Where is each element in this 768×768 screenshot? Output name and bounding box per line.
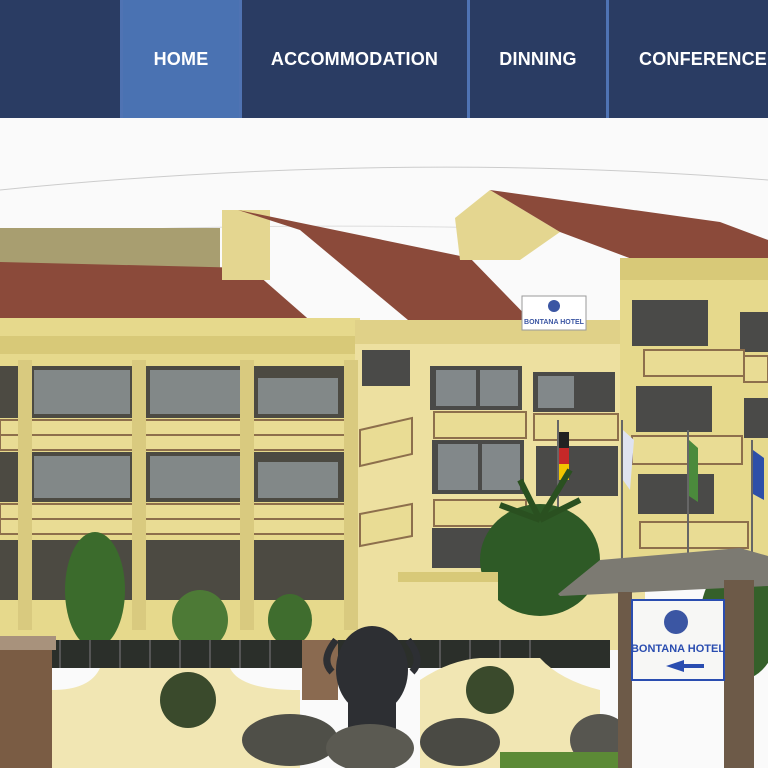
nav-item-label: HOME: [153, 48, 209, 69]
roof-sign-text: BONTANA HOTEL: [524, 319, 585, 326]
hotel-illustration: BONTANA HOTEL BONTANA HOTEL: [0, 118, 768, 768]
nav-item-accommodation[interactable]: ACCOMMODATION: [242, 0, 467, 118]
main-nav: HOME ACCOMMODATION DINNING CONFERENCE: [0, 0, 768, 136]
hero-hotel-photo: BONTANA HOTEL BONTANA HOTEL: [0, 118, 768, 768]
nav-item-conference[interactable]: CONFERENCE: [609, 0, 768, 118]
gate-sign-text: BONTANA HOTEL: [631, 643, 725, 655]
nav-item-label: DINNING: [499, 48, 577, 69]
nav-item-home[interactable]: HOME: [123, 0, 239, 118]
nav-item-label: CONFERENCE: [639, 48, 768, 69]
nav-item-dinning[interactable]: DINNING: [470, 0, 606, 118]
nav-item-label: ACCOMMODATION: [270, 48, 439, 69]
